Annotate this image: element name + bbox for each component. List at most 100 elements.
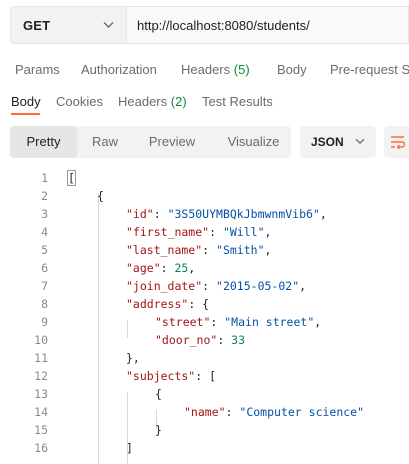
code-token: "3S50UYMBQkJbmwnmVib6" <box>167 207 320 221</box>
line-number: 4 <box>41 225 48 239</box>
code-line: 10 "door_no": 33 <box>0 331 409 349</box>
code-token: }, <box>126 351 140 365</box>
code-text: "join_date": "2015-05-02", <box>126 277 306 295</box>
code-token: "subjects" <box>126 369 196 383</box>
method-select[interactable]: GET <box>10 6 127 44</box>
code-token: "address" <box>126 297 189 311</box>
code-token: } <box>155 423 162 437</box>
chevron-down-icon <box>355 138 365 145</box>
code-token: , <box>264 225 272 239</box>
response-tabs: Body Cookies Headers (2) Test Results <box>0 90 409 116</box>
code-line: 12 "subjects": [ <box>0 367 409 385</box>
request-bar: GET http://localhost:8080/students/ <box>10 6 409 44</box>
line-number: 13 <box>34 387 48 401</box>
tab-pre-request-script[interactable]: Pre-request S <box>330 62 409 77</box>
code-token: : <box>209 225 223 239</box>
code-token: , <box>299 279 307 293</box>
code-line: 1[ <box>0 169 409 187</box>
line-number: 10 <box>34 333 48 347</box>
view-raw-button[interactable]: Raw <box>82 126 128 158</box>
view-preview-button[interactable]: Preview <box>138 126 206 158</box>
code-text: "name": "Computer science" <box>184 403 364 421</box>
tab-body[interactable]: Body <box>277 62 307 77</box>
code-text: { <box>155 385 162 403</box>
line-number: 14 <box>34 405 48 419</box>
code-text: "subjects": [ <box>126 367 216 385</box>
url-input[interactable]: http://localhost:8080/students/ <box>127 6 409 44</box>
code-token: 33 <box>231 333 246 347</box>
format-select[interactable]: JSON <box>300 126 376 158</box>
line-number: 3 <box>41 207 48 221</box>
code-token: : <box>217 333 232 347</box>
code-text: [ <box>67 169 76 187</box>
code-token: "first_name" <box>126 225 210 239</box>
response-body-viewer[interactable]: 1[2{3 "id": "3S50UYMBQkJbmwnmVib6", 4 "firs… <box>0 167 409 464</box>
code-token: , <box>319 207 327 221</box>
line-number: 9 <box>41 315 48 329</box>
code-line: 6 "age": 25, <box>0 259 409 277</box>
view-pretty-button[interactable]: Pretty <box>10 126 77 158</box>
code-token: "id" <box>126 207 154 221</box>
code-token: , <box>264 243 272 257</box>
code-token: , <box>188 261 196 275</box>
line-number: 15 <box>34 423 48 437</box>
code-token: [ <box>67 170 76 186</box>
line-number: 16 <box>34 441 48 455</box>
code-line: 15} <box>0 421 409 439</box>
line-number: 11 <box>34 351 48 365</box>
code-text: } <box>155 421 162 439</box>
tab-params[interactable]: Params <box>15 62 60 77</box>
code-token: { <box>155 387 162 401</box>
code-text: "street": "Main street", <box>155 313 321 331</box>
tab-test-results[interactable]: Test Results <box>202 94 273 109</box>
code-token: : <box>202 279 217 293</box>
code-token: "Will" <box>222 225 265 239</box>
code-token: { <box>97 189 104 203</box>
code-line: 11}, <box>0 349 409 367</box>
code-line: 8 "address": { <box>0 295 409 313</box>
headers-count: (5) <box>233 62 250 77</box>
method-label: GET <box>23 17 51 33</box>
response-headers-count: (2) <box>170 94 187 109</box>
tab-response-body[interactable]: Body <box>11 94 41 109</box>
tab-response-headers[interactable]: Headers (2) <box>118 94 187 109</box>
code-line: 13 { <box>0 385 409 403</box>
line-number: 12 <box>34 369 48 383</box>
code-token: "age" <box>126 261 161 275</box>
wrap-lines-button[interactable] <box>384 126 409 158</box>
code-token: : <box>153 207 168 221</box>
code-token: 25 <box>174 261 189 275</box>
line-number: 1 <box>41 171 48 185</box>
code-text: "id": "3S50UYMBQkJbmwnmVib6", <box>126 205 327 223</box>
code-token: : { <box>188 297 210 311</box>
code-token: "join_date" <box>126 279 203 293</box>
code-token: "Main street" <box>224 315 315 329</box>
code-text: }, <box>126 349 140 367</box>
code-text: "door_no": 33 <box>155 331 245 349</box>
code-text: ] <box>126 439 133 457</box>
code-token: "door_no" <box>155 333 218 347</box>
code-text: "address": { <box>126 295 209 313</box>
line-number: 6 <box>41 261 48 275</box>
code-text: { <box>97 187 104 205</box>
view-mode-toolbar: Pretty Raw Preview Visualize <box>10 126 291 158</box>
tab-headers[interactable]: Headers (5) <box>181 62 250 77</box>
chevron-down-icon <box>103 22 114 28</box>
code-line: 3 "id": "3S50UYMBQkJbmwnmVib6", <box>0 205 409 223</box>
code-text: "last_name": "Smith", <box>126 241 271 259</box>
tab-authorization[interactable]: Authorization <box>81 62 157 77</box>
code-token: : <box>225 405 240 419</box>
code-token: "Computer science" <box>239 405 365 419</box>
view-visualize-button[interactable]: Visualize <box>216 126 291 158</box>
active-tab-indicator <box>11 113 40 115</box>
format-label: JSON <box>311 135 344 149</box>
code-token: : [ <box>195 369 217 383</box>
code-line: 7 "join_date": "2015-05-02", <box>0 277 409 295</box>
code-token: : <box>160 261 175 275</box>
code-token: , <box>314 315 322 329</box>
code-token: "last_name" <box>126 243 203 257</box>
line-number: 5 <box>41 243 48 257</box>
tab-cookies[interactable]: Cookies <box>56 94 103 109</box>
code-token: : <box>202 243 217 257</box>
code-line: 9 "street": "Main street", <box>0 313 409 331</box>
